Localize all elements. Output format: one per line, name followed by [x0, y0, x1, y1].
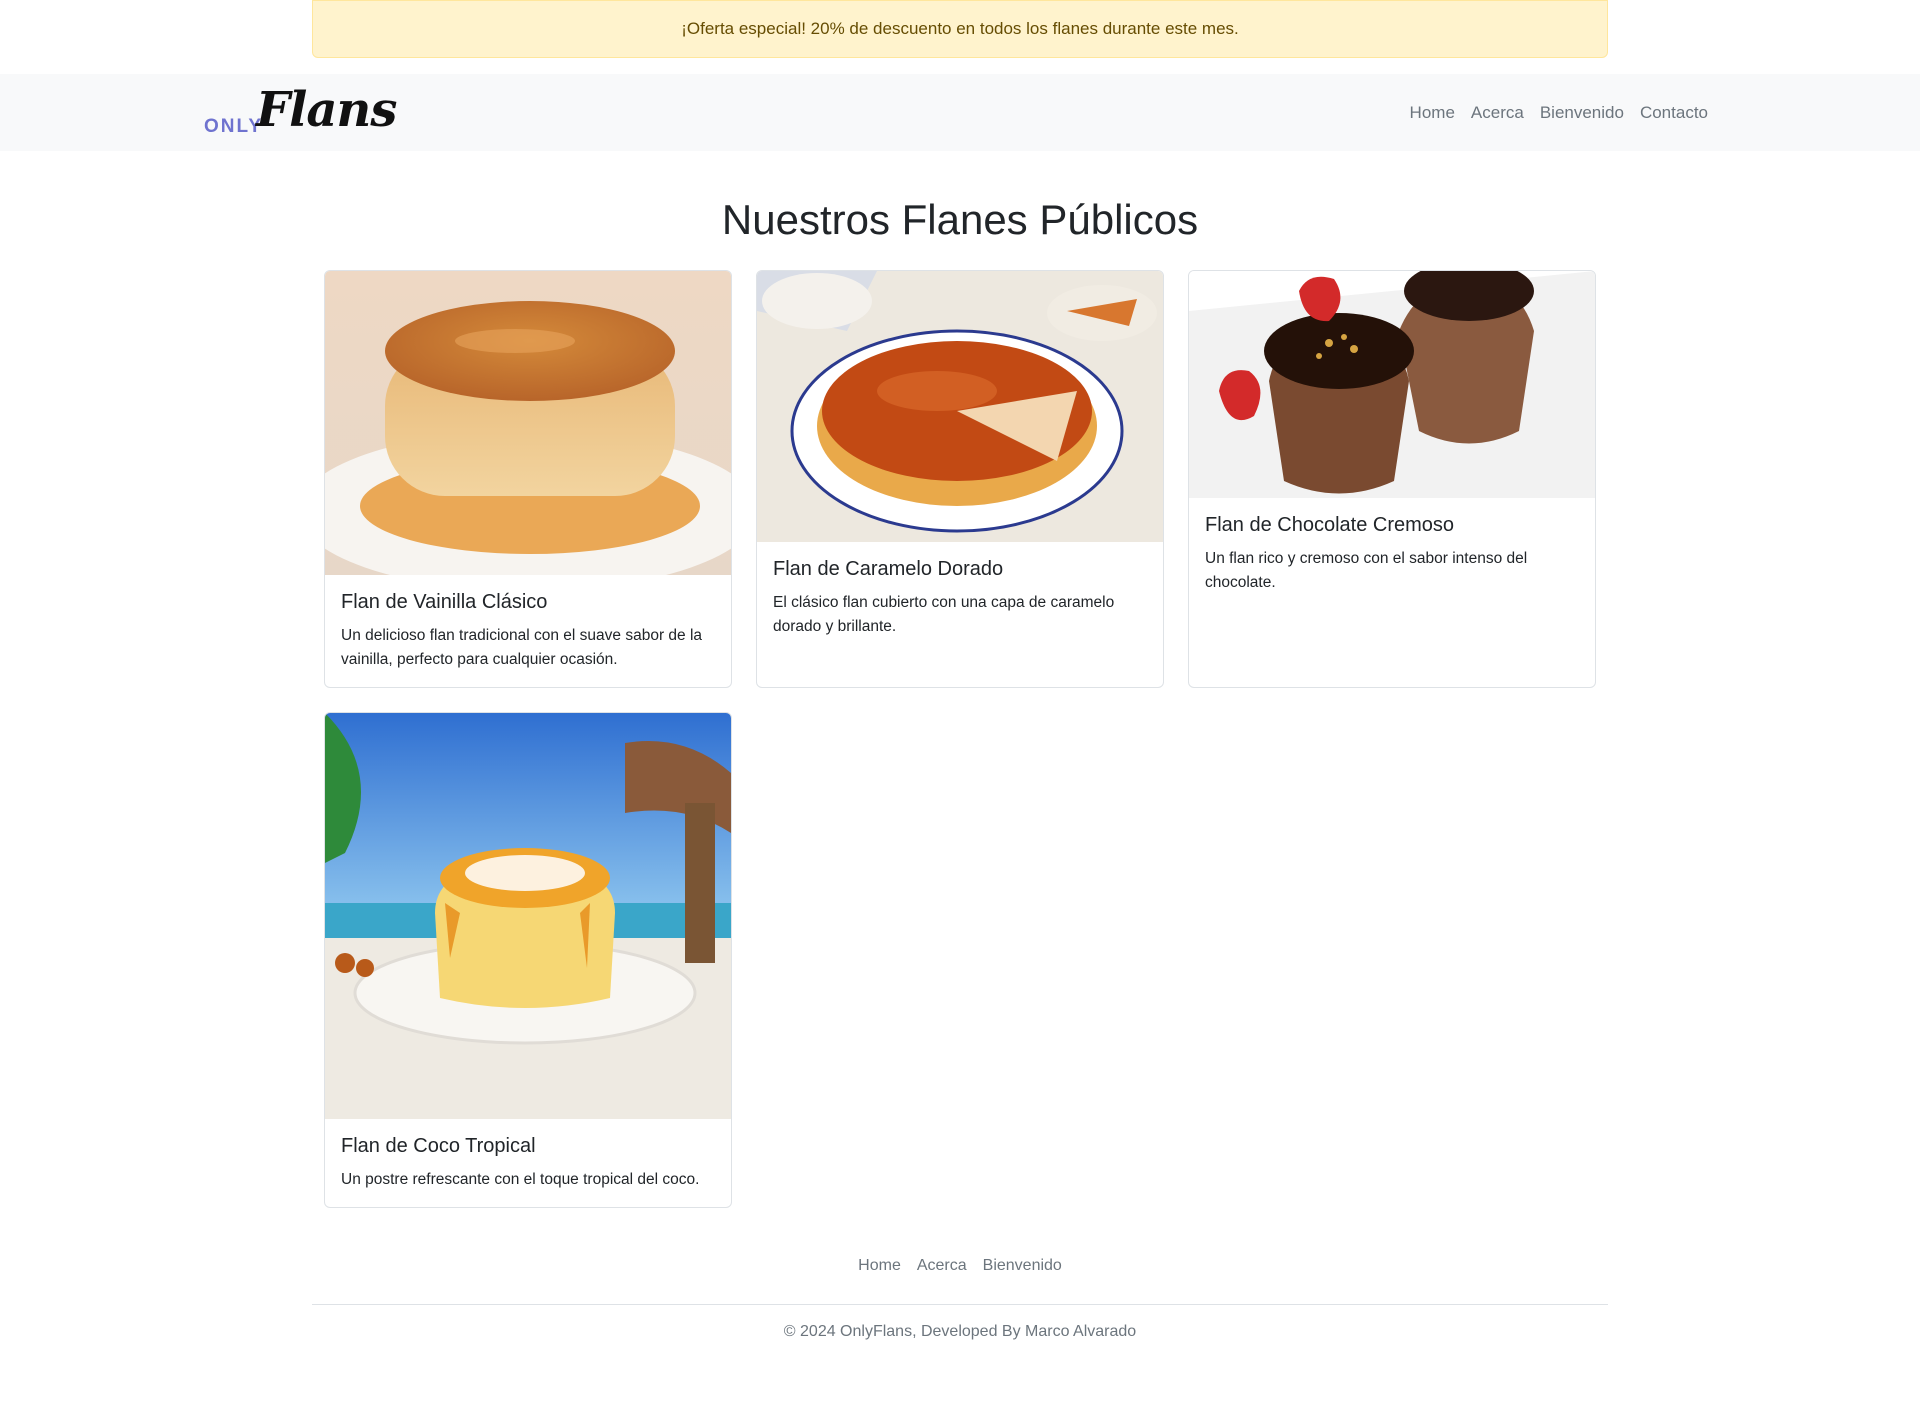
flan-card[interactable]: Flan de Caramelo Dorado El clásico flan … [756, 270, 1164, 688]
brand-small-text: ONLY [204, 116, 264, 137]
card-title: Flan de Chocolate Cremoso [1205, 514, 1455, 536]
vanilla-flan-image [325, 271, 731, 575]
card-body: Flan de Vainilla Clásico Un delicioso fl… [341, 591, 715, 672]
nav-links: Home Acerca Bienvenido Contacto [1410, 74, 1708, 151]
card-body: Flan de Coco Tropical Un postre refresca… [341, 1135, 715, 1192]
navbar: ONLY Flans Home Acerca Bienvenido Contac… [0, 74, 1920, 151]
card-title: Flan de Vainilla Clásico [341, 591, 548, 613]
card-body: Flan de Caramelo Dorado El clásico flan … [773, 558, 1147, 639]
flan-card[interactable]: Flan de Chocolate Cremoso Un flan rico y… [1188, 270, 1596, 688]
card-title: Flan de Coco Tropical [341, 1135, 536, 1157]
nav-link-contacto[interactable]: Contacto [1640, 103, 1708, 123]
chocolate-flan-image [1189, 271, 1595, 498]
footer-divider [312, 1304, 1608, 1305]
promo-alert: ¡Oferta especial! 20% de descuento en to… [312, 0, 1608, 58]
card-description: Un postre refrescante con el toque tropi… [341, 1171, 700, 1188]
footer-copyright: © 2024 OnlyFlans, Developed By Marco Alv… [783, 1323, 1137, 1340]
nav-link-acerca[interactable]: Acerca [1471, 103, 1524, 123]
footer-link-acerca[interactable]: Acerca [917, 1257, 967, 1275]
nav-link-bienvenido[interactable]: Bienvenido [1540, 103, 1624, 123]
footer-nav: Home Acerca Bienvenido [0, 1257, 1920, 1275]
card-description: Un flan rico y cremoso con el sabor inte… [1205, 550, 1528, 591]
caramel-flan-image [757, 271, 1163, 542]
promo-text: ¡Oferta especial! 20% de descuento en to… [681, 19, 1239, 38]
footer-link-home[interactable]: Home [858, 1257, 901, 1275]
page-title: Nuestros Flanes Públicos [721, 196, 1199, 243]
brand-large-text: Flans [256, 82, 397, 138]
footer-link-bienvenido[interactable]: Bienvenido [983, 1257, 1062, 1275]
flan-card[interactable]: Flan de Coco Tropical Un postre refresca… [324, 712, 732, 1208]
card-title: Flan de Caramelo Dorado [773, 558, 1004, 580]
card-description: Un delicioso flan tradicional con el sua… [341, 627, 703, 668]
nav-link-home[interactable]: Home [1410, 103, 1455, 123]
coconut-flan-image [325, 713, 731, 1119]
card-description: El clásico flan cubierto con una capa de… [773, 594, 1115, 635]
card-body: Flan de Chocolate Cremoso Un flan rico y… [1205, 514, 1579, 595]
flan-card[interactable]: Flan de Vainilla Clásico Un delicioso fl… [324, 270, 732, 688]
brand-logo[interactable]: ONLY Flans [204, 82, 397, 140]
